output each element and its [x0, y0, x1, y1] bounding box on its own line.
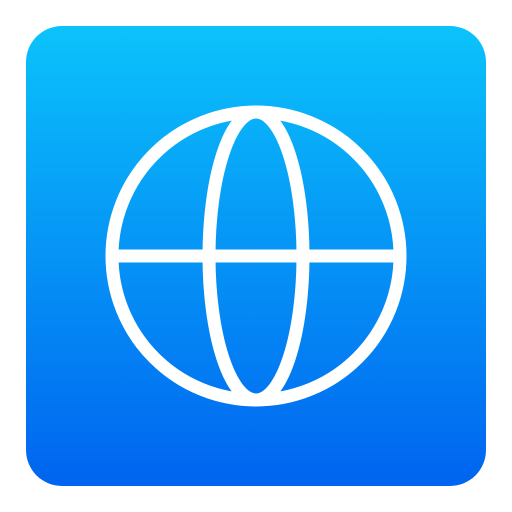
globe-icon	[26, 26, 486, 486]
canvas	[0, 0, 512, 512]
app-icon[interactable]	[26, 26, 486, 486]
